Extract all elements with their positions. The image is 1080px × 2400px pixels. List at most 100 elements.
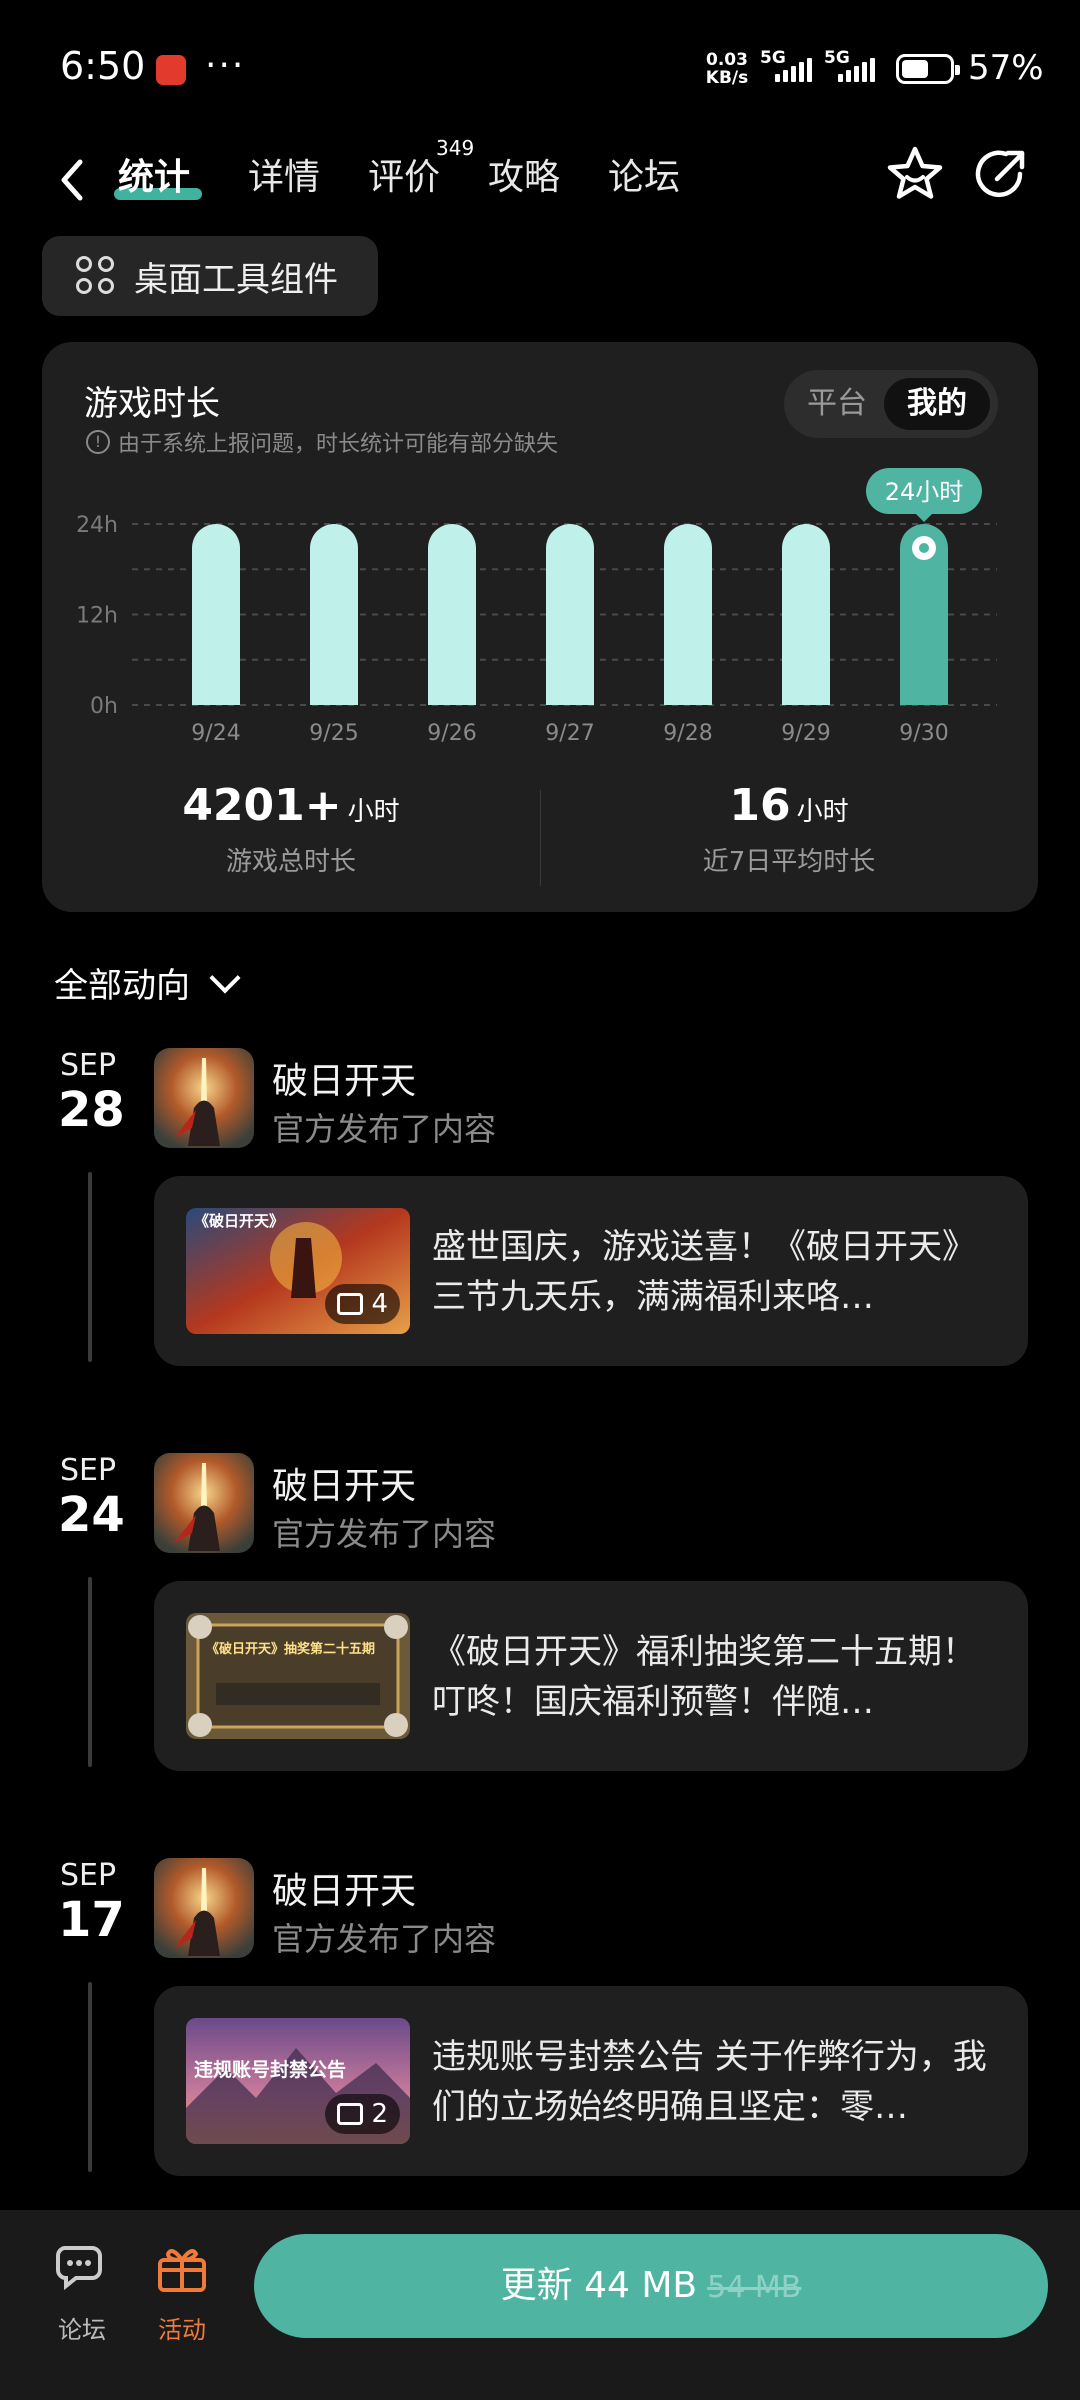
chevron-down-icon bbox=[209, 961, 241, 994]
post-thumbnail: 《破日开天》抽奖第二十五期 bbox=[186, 1613, 410, 1739]
publisher-avatar[interactable] bbox=[154, 1453, 254, 1553]
tab-guides[interactable]: 攻略 bbox=[488, 148, 560, 200]
average-playtime-value: 16 bbox=[729, 780, 791, 831]
info-icon: ! bbox=[86, 430, 110, 454]
x-tick-label: 9/27 bbox=[545, 721, 594, 746]
network-speed-unit: KB/s bbox=[705, 68, 749, 88]
x-tick-label: 9/26 bbox=[427, 721, 476, 746]
bar bbox=[310, 524, 358, 705]
activity-label: 活动 bbox=[158, 2316, 206, 2344]
desktop-widget-button[interactable]: 桌面工具组件 bbox=[42, 236, 378, 316]
feed-date-month: SEP bbox=[60, 1858, 117, 1893]
post-card[interactable]: 《破日开天》 4 盛世国庆，游戏送喜！《破日开天》三节九天乐，满满福利来咯… bbox=[154, 1176, 1028, 1366]
publish-action: 官方发布了内容 bbox=[272, 1920, 497, 1958]
highlight-dot-inner bbox=[919, 543, 929, 553]
tab-details[interactable]: 详情 bbox=[248, 148, 320, 200]
review-count-badge: 349 bbox=[436, 136, 475, 160]
app-notification-icon bbox=[156, 55, 186, 85]
image-icon bbox=[337, 2103, 364, 2125]
publish-action: 官方发布了内容 bbox=[272, 1110, 497, 1148]
forum-button[interactable]: 论坛 bbox=[42, 2240, 122, 2345]
battery-percent: 57% bbox=[968, 48, 1044, 88]
timeline-line bbox=[88, 1172, 92, 1362]
average-playtime: 16 小时 近7日平均时长 bbox=[540, 780, 1038, 878]
y-tick-label: 0h bbox=[90, 694, 118, 719]
post-card[interactable]: 《破日开天》抽奖第二十五期 《破日开天》福利抽奖第二十五期！ 叮咚！国庆福利预警… bbox=[154, 1581, 1028, 1771]
top-nav: 统计 详情 评价 349 攻略 论坛 bbox=[0, 130, 1080, 230]
more-notifications-icon: ··· bbox=[205, 45, 246, 86]
feed-filter-dropdown[interactable]: 全部动向 bbox=[54, 958, 241, 1007]
x-tick-label: 9/30 bbox=[899, 721, 948, 746]
activity-button[interactable]: 活动 bbox=[142, 2240, 222, 2345]
signal-2-icon bbox=[838, 56, 875, 82]
feed-date-day: 24 bbox=[58, 1487, 125, 1543]
publisher-avatar[interactable] bbox=[154, 1048, 254, 1148]
x-tick-label: 9/29 bbox=[781, 721, 830, 746]
publish-action: 官方发布了内容 bbox=[272, 1515, 497, 1553]
bar bbox=[782, 524, 830, 705]
publisher-name[interactable]: 破日开天 bbox=[272, 1052, 416, 1104]
total-playtime-unit: 小时 bbox=[347, 797, 400, 827]
tab-stats[interactable]: 统计 bbox=[118, 148, 190, 200]
y-tick-label: 12h bbox=[76, 604, 118, 629]
bar bbox=[192, 524, 240, 705]
forum-chat-icon bbox=[56, 2246, 102, 2291]
post-thumbnail-caption: 《破日开天》 bbox=[194, 1212, 284, 1230]
tab-forum[interactable]: 论坛 bbox=[608, 148, 680, 200]
bottom-action-bar: 论坛 活动 更新 44 MB 54 MB bbox=[0, 2210, 1080, 2400]
average-playtime-label: 近7日平均时长 bbox=[702, 847, 876, 877]
post-text: 《破日开天》福利抽奖第二十五期！ 叮咚！国庆福利预警！伴随… bbox=[432, 1632, 976, 1722]
post-thumbnail: 违规账号封禁公告 2 bbox=[186, 2018, 410, 2144]
image-icon bbox=[337, 1293, 364, 1315]
post-thumbnail: 《破日开天》 4 bbox=[186, 1208, 410, 1334]
post-text: 盛世国庆，游戏送喜！《破日开天》三节九天乐，满满福利来咯… bbox=[432, 1227, 976, 1317]
status-bar: 6:50 ··· 0.03 KB/s 5G 5G 57% bbox=[0, 0, 1080, 130]
signal-1-icon bbox=[775, 56, 812, 82]
network-speed: 0.03 KB/s bbox=[700, 51, 754, 87]
publisher-name[interactable]: 破日开天 bbox=[272, 1862, 416, 1914]
back-arrow-icon[interactable] bbox=[52, 150, 92, 210]
total-playtime-label: 游戏总时长 bbox=[225, 847, 356, 877]
feed-item: SEP 17 破日开天 官方发布了内容 违规账号封禁公告 2 违规账号封禁公告 … bbox=[0, 1858, 1080, 2238]
publisher-avatar[interactable] bbox=[154, 1858, 254, 1958]
x-tick-label: 9/25 bbox=[309, 721, 358, 746]
playtime-note-text: 由于系统上报问题，时长统计可能有部分缺失 bbox=[118, 432, 559, 457]
feed-item: SEP 28 破日开天 官方发布了内容 《破日开天》 4 盛世国庆，游戏送喜！《… bbox=[0, 1048, 1080, 1428]
image-count-badge: 4 bbox=[325, 1284, 400, 1324]
battery-icon bbox=[896, 54, 960, 84]
favorite-star-icon[interactable] bbox=[884, 144, 946, 206]
timeline-line bbox=[88, 1982, 92, 2172]
bar bbox=[546, 524, 594, 705]
post-thumbnail-caption: 违规账号封禁公告 bbox=[194, 2058, 346, 2081]
share-icon[interactable] bbox=[970, 144, 1032, 206]
bar bbox=[428, 524, 476, 705]
post-card[interactable]: 违规账号封禁公告 2 违规账号封禁公告 关于作弊行为，我们的立场始终明确且坚定：… bbox=[154, 1986, 1028, 2176]
image-count-badge: 2 bbox=[325, 2094, 400, 2134]
playtime-card: 0h 12h 24h 9/24 9/25 9/26 9/27 9/28 9/29 9/30 24小时… bbox=[42, 342, 1038, 912]
toggle-platform[interactable]: 平台 bbox=[792, 378, 882, 430]
toggle-mine[interactable]: 我的 bbox=[884, 378, 990, 430]
gift-icon bbox=[158, 2249, 206, 2292]
feed-date-day: 28 bbox=[58, 1082, 125, 1138]
playtime-title: 游戏时长 bbox=[84, 384, 220, 424]
widget-button-label: 桌面工具组件 bbox=[134, 259, 338, 300]
total-playtime-value: 4201 bbox=[182, 780, 305, 831]
average-playtime-unit: 小时 bbox=[796, 797, 849, 827]
x-tick-label: 9/24 bbox=[191, 721, 240, 746]
network-speed-value: 0.03 bbox=[706, 50, 748, 70]
feed-date-month: SEP bbox=[60, 1048, 117, 1083]
feed-date-day: 17 bbox=[58, 1892, 125, 1948]
feed-item: SEP 24 破日开天 官方发布了内容 《破日开天》抽奖第二十五期 《破日开天》… bbox=[0, 1453, 1080, 1833]
post-text: 违规账号封禁公告 关于作弊行为，我们的立场始终明确且坚定：零… bbox=[432, 2037, 987, 2127]
feed-date-month: SEP bbox=[60, 1453, 117, 1488]
bar-tooltip-pointer bbox=[915, 513, 933, 522]
post-thumbnail-caption: 《破日开天》抽奖第二十五期 bbox=[206, 1641, 375, 1657]
bar bbox=[664, 524, 712, 705]
publisher-name[interactable]: 破日开天 bbox=[272, 1457, 416, 1509]
forum-label: 论坛 bbox=[58, 2316, 106, 2344]
update-old-size: 54 MB bbox=[707, 2270, 802, 2305]
tab-reviews[interactable]: 评价 bbox=[368, 148, 440, 200]
update-button[interactable]: 更新 44 MB 54 MB bbox=[254, 2234, 1048, 2338]
update-button-label: 更新 44 MB bbox=[500, 2265, 698, 2306]
total-playtime: 4201+ 小时 游戏总时长 bbox=[42, 780, 540, 878]
